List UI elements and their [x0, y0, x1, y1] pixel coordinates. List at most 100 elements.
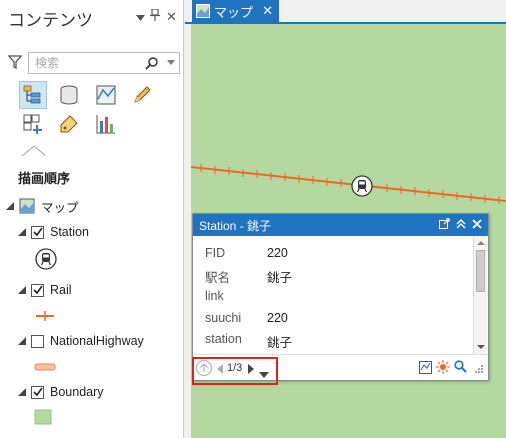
double-chevron-up-icon: [456, 218, 466, 228]
pin-icon[interactable]: [150, 8, 160, 24]
rail-line-icon: [36, 311, 54, 321]
search-row: [8, 52, 180, 74]
navigation-highlight-box: [192, 357, 278, 385]
pane-header: コンテンツ ✕: [0, 0, 184, 36]
station-marker[interactable]: [351, 175, 373, 197]
bar-chart-icon: [96, 115, 115, 134]
attribute-row: station 銚子: [205, 332, 292, 350]
scroll-down-arrow-icon[interactable]: [474, 342, 488, 352]
symbol-nationalhighway[interactable]: [34, 356, 56, 378]
search-box[interactable]: [28, 52, 180, 74]
attribute-row: 駅名 銚子: [205, 267, 292, 285]
list-by-snapping-button[interactable]: [19, 110, 47, 138]
attribute-name: 駅名: [205, 271, 231, 285]
grid-add-icon: [23, 114, 42, 134]
layer-label-nationalhighway: NationalHighway: [50, 334, 144, 348]
label-tag-icon: [60, 115, 78, 133]
popup-dock-button[interactable]: [439, 218, 450, 232]
layer-visibility-checkbox[interactable]: [31, 334, 44, 348]
expand-arrow-icon[interactable]: [17, 387, 27, 397]
select-target-icon: [436, 360, 450, 374]
tab-close-button[interactable]: ✕: [262, 3, 273, 19]
highway-line-icon: [34, 363, 56, 371]
layer-row-boundary[interactable]: Boundary: [17, 382, 104, 402]
tree-label-map: マップ: [41, 200, 79, 215]
filter-icon[interactable]: [8, 55, 22, 69]
checkmark-icon: [32, 285, 43, 295]
checkmark-icon: [32, 387, 43, 397]
layer-row-rail[interactable]: Rail: [17, 280, 72, 300]
popup-scrollbar[interactable]: [473, 236, 487, 354]
attribute-value: 銚子: [267, 336, 293, 350]
layer-row-nationalhighway[interactable]: NationalHighway: [17, 331, 144, 351]
popup-title: Station - 銚子: [199, 218, 272, 233]
expand-arrow-icon[interactable]: [17, 285, 27, 295]
pane-close-button[interactable]: ✕: [166, 9, 177, 25]
resize-grip-icon: [475, 365, 483, 373]
attribute-name: FID: [205, 246, 226, 260]
expand-arrow-icon[interactable]: [17, 336, 27, 346]
rail-line[interactable]: [191, 164, 506, 204]
popup-collapse-button[interactable]: [456, 218, 466, 232]
external-link-icon: [439, 218, 450, 229]
zoom-to-feature-button[interactable]: [419, 361, 432, 377]
expand-arrow-icon[interactable]: [17, 227, 27, 237]
layer-row-station[interactable]: Station: [17, 222, 89, 242]
expand-arrow-icon[interactable]: [5, 201, 15, 211]
symbol-rail[interactable]: [34, 305, 56, 327]
drawing-order-icon: [23, 85, 41, 104]
tab-map[interactable]: マップ ✕: [192, 0, 279, 22]
attribute-value: 220: [267, 311, 288, 325]
layer-label-boundary: Boundary: [50, 385, 104, 399]
list-charts-button[interactable]: [92, 110, 120, 138]
tree-node-map[interactable]: マップ: [5, 196, 79, 216]
train-station-icon: [35, 248, 57, 270]
chevron-down-icon[interactable]: [167, 60, 175, 66]
pencil-icon: [134, 86, 151, 103]
layer-label-rail: Rail: [50, 283, 72, 297]
search-icon[interactable]: [145, 56, 159, 70]
pane-title: コンテンツ: [8, 11, 93, 30]
map-tab-strip: マップ ✕: [185, 0, 506, 22]
database-icon: [60, 85, 78, 105]
resize-grip[interactable]: [474, 363, 484, 377]
layer-visibility-checkbox[interactable]: [31, 385, 44, 399]
contents-pane: コンテンツ ✕ 検索 描画順序 マップ Station Rail Nationa…: [0, 0, 184, 438]
search-feature-button[interactable]: [454, 360, 467, 376]
layer-label-station: Station: [50, 225, 89, 239]
popup-attributes: FID 220 駅名 銚子 link suuchi 220 station 銚子: [193, 236, 473, 354]
tab-map-label: マップ: [214, 4, 254, 20]
feature-popup[interactable]: Station - 銚子 FID 220 駅名 銚子 link suuchi 2…: [192, 213, 489, 385]
draw-order-heading: 描画順序: [18, 171, 71, 186]
scroll-up-arrow-icon[interactable]: [474, 238, 488, 248]
list-by-drawing-order-button[interactable]: [19, 81, 47, 109]
layer-visibility-checkbox[interactable]: [31, 225, 44, 239]
list-by-data-source-button[interactable]: [55, 81, 83, 109]
polygon-fill-icon: [34, 409, 52, 425]
scroll-thumb[interactable]: [476, 250, 485, 292]
pane-options-icon[interactable]: [136, 12, 145, 24]
map-zoom-icon: [419, 361, 432, 374]
attribute-row: FID 220: [205, 246, 288, 264]
popup-close-button[interactable]: [472, 218, 482, 232]
attribute-name: station: [205, 332, 242, 346]
select-feature-button[interactable]: [436, 360, 450, 377]
close-icon: [472, 218, 482, 229]
popup-footer: 1/3: [192, 354, 488, 385]
list-by-labeling-button[interactable]: [55, 110, 83, 138]
layer-visibility-checkbox[interactable]: [31, 283, 44, 297]
map-icon: [19, 198, 35, 214]
symbol-station[interactable]: [35, 248, 57, 270]
attribute-row: suuchi 220: [205, 311, 288, 329]
search-input[interactable]: [33, 55, 143, 71]
symbol-boundary[interactable]: [32, 406, 54, 428]
list-by-selection-button[interactable]: [92, 81, 120, 109]
list-by-editing-button[interactable]: [128, 81, 156, 109]
popup-title-bar[interactable]: Station - 銚子: [193, 214, 488, 236]
view-indicator-caret: [22, 146, 46, 156]
attribute-value: 銚子: [267, 271, 293, 285]
attribute-name: suuchi: [205, 311, 242, 325]
attribute-row: link: [205, 289, 267, 307]
selection-map-icon: [96, 85, 116, 105]
attribute-value: 220: [267, 246, 288, 260]
